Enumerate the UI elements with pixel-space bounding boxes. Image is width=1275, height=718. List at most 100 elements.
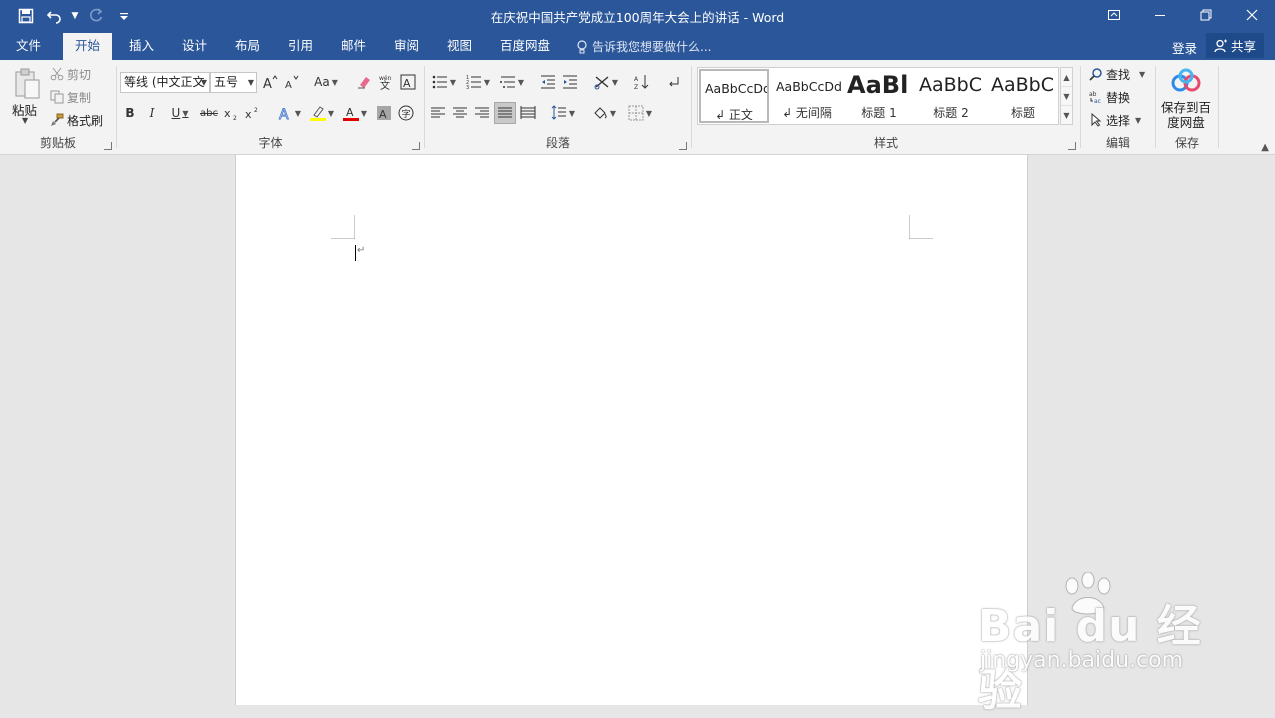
grow-font-button[interactable]: A bbox=[261, 72, 279, 92]
tab-references[interactable]: 引用 bbox=[276, 33, 325, 60]
tell-me-search[interactable]: 告诉我您想要做什么... bbox=[576, 38, 711, 55]
chevron-down-icon: ▼ bbox=[1139, 69, 1146, 79]
font-launcher[interactable] bbox=[412, 142, 420, 150]
multilevel-list-icon bbox=[499, 76, 515, 88]
line-spacing-icon bbox=[551, 105, 566, 120]
svg-text:2: 2 bbox=[233, 115, 237, 121]
phonetic-guide-button[interactable]: wén 文 bbox=[377, 72, 395, 92]
baidu-jingyan-watermark: Bai du 经验 jingyan.baidu.com bbox=[978, 572, 1218, 716]
tab-review[interactable]: 审阅 bbox=[382, 33, 431, 60]
change-case-button[interactable]: Aa ▼ bbox=[312, 72, 340, 92]
format-painter-button[interactable]: 格式刷 bbox=[50, 110, 103, 130]
shrink-font-icon: A bbox=[285, 75, 299, 90]
chevron-down-icon: ▼ bbox=[517, 77, 525, 87]
replace-button[interactable]: ab ac 替换 bbox=[1089, 87, 1130, 107]
borders-button[interactable]: ▼ bbox=[625, 103, 655, 123]
strikethrough-button[interactable]: abc bbox=[199, 103, 219, 123]
paragraph-group: ▼ 1 2 3 ▼ ▼ ▼ AZ ▼ ▼ ▼ 段落 bbox=[425, 60, 691, 155]
text-effects-button[interactable]: A ▼ bbox=[275, 103, 303, 123]
font-group: 等线 (中文正文 ▼ 五号 ▼ A A Aa ▼ wén 文 A B I U ▼ ab… bbox=[117, 60, 424, 155]
chevron-down-icon: ▼ bbox=[360, 108, 368, 118]
chinese-layout-button[interactable]: ▼ bbox=[591, 72, 621, 92]
decrease-indent-button[interactable] bbox=[539, 72, 557, 92]
align-center-button[interactable] bbox=[451, 103, 469, 123]
save-group-label: 保存 bbox=[1174, 136, 1199, 150]
superscript-button[interactable]: x2 bbox=[244, 103, 260, 123]
cut-label: 剪切 bbox=[67, 67, 92, 82]
tab-design[interactable]: 设计 bbox=[170, 33, 219, 60]
enclose-characters-button[interactable]: 字 bbox=[397, 103, 415, 123]
character-border-icon: A bbox=[400, 74, 416, 90]
tab-baidu-netdisk[interactable]: 百度网盘 bbox=[488, 33, 562, 60]
cut-button[interactable]: 剪切 bbox=[50, 64, 91, 84]
close-button[interactable] bbox=[1229, 0, 1275, 30]
title-bar: ▼ 在庆祝中国共产党成立100周年大会上的讲话 - Word bbox=[0, 0, 1275, 32]
enclose-characters-icon: 字 bbox=[398, 105, 414, 121]
show-paragraph-marks-button[interactable] bbox=[665, 72, 683, 92]
pilcrow-icon bbox=[669, 77, 679, 87]
chevron-down-icon: ▼ bbox=[611, 77, 619, 87]
italic-button[interactable]: I bbox=[145, 103, 159, 123]
paragraph-launcher[interactable] bbox=[679, 142, 687, 150]
font-color-icon: A bbox=[342, 106, 359, 121]
tab-file[interactable]: 文件 bbox=[4, 33, 53, 60]
tab-layout[interactable]: 布局 bbox=[223, 33, 272, 60]
svg-text:A: A bbox=[403, 77, 411, 90]
character-shading-button[interactable]: A bbox=[375, 103, 393, 123]
align-center-icon bbox=[453, 107, 467, 118]
distributed-button[interactable] bbox=[519, 103, 537, 123]
shrink-font-button[interactable]: A bbox=[282, 72, 300, 92]
editing-group-label: 编辑 bbox=[1105, 136, 1130, 150]
numbering-button[interactable]: 1 2 3 ▼ bbox=[463, 72, 493, 92]
sort-button[interactable]: AZ bbox=[633, 72, 651, 92]
clear-formatting-button[interactable] bbox=[355, 72, 373, 92]
tab-mailings[interactable]: 邮件 bbox=[329, 33, 378, 60]
font-size-select[interactable]: 五号 ▼ bbox=[210, 72, 257, 93]
font-name-select[interactable]: 等线 (中文正文 ▼ bbox=[120, 72, 210, 93]
select-button[interactable]: 选择 ▼ bbox=[1089, 110, 1141, 130]
svg-text:Z: Z bbox=[634, 84, 638, 90]
increase-indent-button[interactable] bbox=[561, 72, 579, 92]
underline-button[interactable]: U ▼ bbox=[167, 103, 193, 123]
multilevel-list-button[interactable]: ▼ bbox=[497, 72, 527, 92]
clipboard-launcher[interactable] bbox=[104, 142, 112, 150]
font-color-button[interactable]: A ▼ bbox=[341, 103, 369, 123]
find-button[interactable]: 查找 ▼ bbox=[1089, 64, 1145, 84]
svg-text:A: A bbox=[634, 76, 639, 83]
copy-label: 复制 bbox=[67, 90, 92, 105]
svg-text:A: A bbox=[263, 77, 272, 90]
tab-view[interactable]: 视图 bbox=[435, 33, 484, 60]
justify-button[interactable] bbox=[494, 102, 516, 124]
crop-mark-top-left bbox=[331, 215, 355, 239]
character-border-button[interactable]: A bbox=[399, 72, 417, 92]
copy-button[interactable]: 复制 bbox=[50, 87, 91, 107]
chevron-down-icon: ▼ bbox=[200, 78, 207, 87]
chevron-down-icon: ▼ bbox=[247, 78, 254, 87]
align-right-button[interactable] bbox=[473, 103, 491, 123]
line-spacing-button[interactable]: ▼ bbox=[549, 103, 577, 123]
align-left-icon bbox=[431, 107, 445, 118]
ribbon-display-options-button[interactable] bbox=[1091, 0, 1137, 30]
bullets-button[interactable]: ▼ bbox=[429, 72, 459, 92]
restore-button[interactable] bbox=[1183, 0, 1229, 30]
document-page[interactable]: ↵ bbox=[235, 155, 1028, 705]
shading-button[interactable]: ▼ bbox=[589, 103, 619, 123]
search-icon bbox=[1089, 68, 1102, 81]
align-left-button[interactable] bbox=[429, 103, 447, 123]
subscript-button[interactable]: x2 bbox=[223, 103, 239, 123]
sign-in-link[interactable]: 登录 bbox=[1172, 38, 1197, 57]
chevron-down-icon: ▼ bbox=[645, 108, 653, 118]
highlight-color-button[interactable]: ▼ bbox=[307, 103, 337, 123]
tab-insert[interactable]: 插入 bbox=[117, 33, 166, 60]
baidu-netdisk-icon bbox=[1171, 68, 1201, 92]
share-button[interactable]: 共享 bbox=[1206, 33, 1264, 58]
increase-indent-icon bbox=[563, 75, 577, 89]
paint-bucket-icon bbox=[594, 107, 607, 119]
watermark-url: jingyan.baidu.com bbox=[980, 648, 1184, 673]
tab-home[interactable]: 开始 bbox=[63, 33, 113, 60]
collapse-ribbon-button[interactable]: ▲ bbox=[1261, 142, 1269, 153]
minimize-button[interactable] bbox=[1137, 0, 1183, 30]
distributed-icon bbox=[520, 106, 536, 119]
bold-button[interactable]: B bbox=[123, 103, 137, 123]
styles-launcher[interactable] bbox=[1068, 142, 1076, 150]
